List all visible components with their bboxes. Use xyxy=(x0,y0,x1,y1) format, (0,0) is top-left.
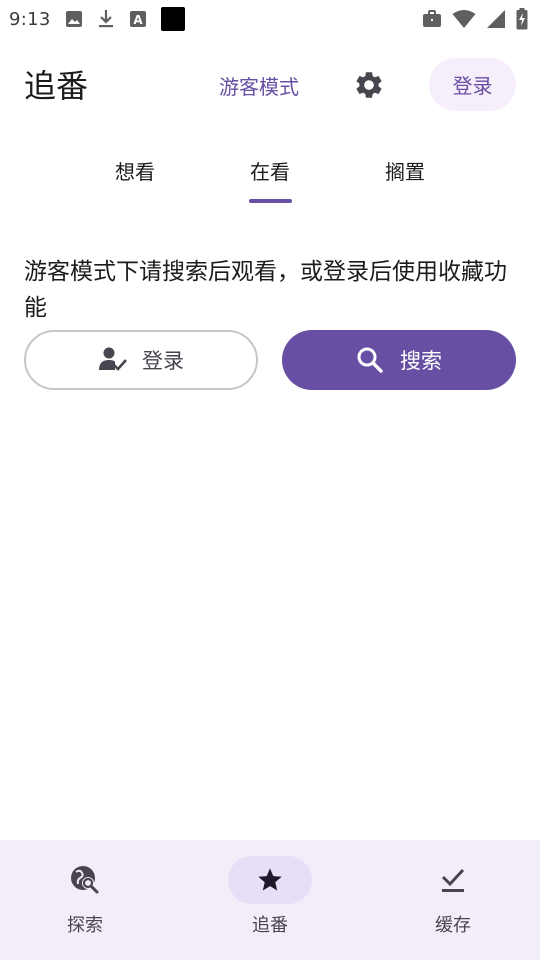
nav-cache[interactable]: 缓存 xyxy=(388,856,518,946)
login-button-label: 登录 xyxy=(142,349,184,373)
status-time: 9:13 xyxy=(9,8,51,30)
guest-mode-message: 游客模式下请搜索后观看，或登录后使用收藏功能 xyxy=(24,259,507,321)
page-title: 追番 xyxy=(24,67,89,105)
login-chip-button[interactable]: 登录 xyxy=(429,58,516,111)
tab-watching[interactable]: 在看 xyxy=(215,144,325,204)
login-button[interactable]: 登录 xyxy=(24,330,258,390)
top-app-bar: 追番 游客模式 登录 xyxy=(0,56,540,112)
nav-indicator xyxy=(228,856,312,904)
explore-search-icon xyxy=(71,866,99,894)
nav-label: 探索 xyxy=(67,915,103,936)
download-done-icon xyxy=(441,868,465,892)
briefcase-icon xyxy=(422,10,442,28)
tab-label: 搁置 xyxy=(385,160,425,184)
nav-explore[interactable]: 探索 xyxy=(20,856,150,946)
star-icon xyxy=(258,868,282,891)
tab-label: 在看 xyxy=(250,160,290,184)
tab-want-to-watch[interactable]: 想看 xyxy=(80,144,190,204)
status-system-icons xyxy=(422,8,528,30)
tab-label: 想看 xyxy=(115,160,155,184)
bottom-navigation: 探索 追番 缓存 xyxy=(0,840,540,960)
tab-bar: 想看 在看 搁置 xyxy=(0,144,540,206)
status-bar: 9:13 A xyxy=(0,0,540,38)
svg-text:A: A xyxy=(133,13,143,27)
black-square-icon xyxy=(160,7,185,31)
active-tab-indicator xyxy=(249,199,292,203)
gear-icon xyxy=(356,72,382,98)
wifi-icon xyxy=(452,9,476,29)
search-icon xyxy=(357,347,383,373)
search-button-label: 搜索 xyxy=(400,349,442,373)
search-button[interactable]: 搜索 xyxy=(282,330,516,390)
nav-label: 缓存 xyxy=(435,915,471,936)
nav-label: 追番 xyxy=(252,915,288,936)
signal-icon xyxy=(486,9,506,29)
nav-following[interactable]: 追番 xyxy=(205,856,335,946)
tab-on-hold[interactable]: 搁置 xyxy=(350,144,460,204)
battery-charging-icon xyxy=(516,8,528,30)
status-notification-icons: A xyxy=(65,7,185,31)
person-check-icon xyxy=(99,347,127,371)
download-icon xyxy=(97,9,115,29)
font-icon: A xyxy=(129,10,147,28)
guest-mode-button[interactable]: 游客模式 xyxy=(219,71,299,100)
nav-indicator xyxy=(43,856,127,904)
settings-button[interactable] xyxy=(348,64,390,106)
image-icon xyxy=(65,10,83,28)
nav-indicator xyxy=(411,856,495,904)
